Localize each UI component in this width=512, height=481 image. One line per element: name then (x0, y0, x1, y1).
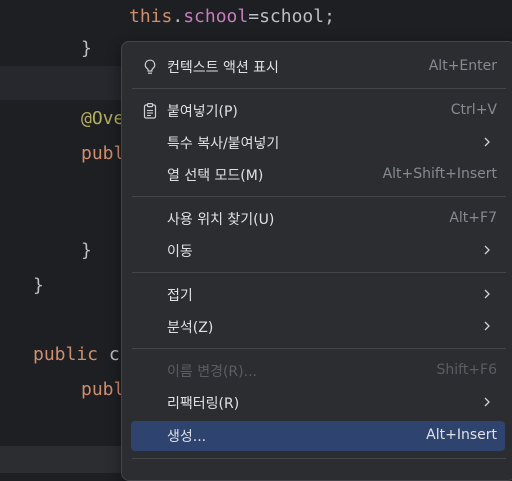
keyword-public: publ (81, 379, 125, 400)
menu-item-go-to[interactable]: 이동 (131, 236, 505, 266)
menu-item-shortcut: Alt+Insert (426, 427, 497, 443)
code-line[interactable]: } (81, 240, 92, 262)
lightbulb-icon (144, 59, 156, 74)
annotation-text: @Ove (81, 108, 125, 129)
menu-item-shortcut: Alt+F7 (449, 210, 497, 226)
menu-item-label: 이름 변경(R)... (167, 364, 257, 380)
chevron-right-icon (484, 137, 490, 147)
menu-item-find-usages[interactable]: 사용 위치 찾기(U) Alt+F7 (131, 204, 505, 234)
code-line[interactable]: @Ove (81, 108, 124, 130)
code-line[interactable]: publ (81, 143, 124, 165)
menu-item-analyze[interactable]: 분석(Z) (131, 312, 505, 342)
menu-item-label: 분석(Z) (167, 320, 214, 336)
menu-separator (132, 458, 506, 459)
chevron-right-icon (484, 397, 490, 407)
menu-separator (132, 272, 506, 273)
code-line[interactable]: public c (33, 344, 120, 366)
context-menu: 컨텍스트 액션 표시 Alt+Enter 붙여넣기(P) Ctrl+V 특수 복… (121, 41, 512, 481)
menu-item-special-copy-paste[interactable]: 특수 복사/붙여넣기 (131, 128, 505, 158)
menu-item-paste[interactable]: 붙여넣기(P) Ctrl+V (131, 96, 505, 126)
code-dot: . (172, 6, 184, 27)
code-brace: } (81, 38, 92, 59)
menu-separator (132, 196, 506, 197)
code-brace: } (81, 240, 92, 261)
keyword-public: publ (81, 143, 125, 164)
clipboard-icon (143, 103, 157, 119)
menu-item-label: 생성... (167, 429, 207, 445)
keyword-this: this (129, 6, 173, 27)
menu-item-rename[interactable]: 이름 변경(R)... Shift+F6 (131, 356, 505, 386)
code-line[interactable]: } (81, 38, 92, 60)
menu-separator (132, 88, 506, 89)
chevron-right-icon (484, 321, 490, 331)
code-line[interactable]: publ (81, 379, 124, 401)
menu-item-label: 컨텍스트 액션 표시 (167, 60, 279, 76)
menu-item-show-context-actions[interactable]: 컨텍스트 액션 표시 Alt+Enter (131, 52, 505, 82)
menu-item-generate[interactable]: 생성... Alt+Insert (131, 421, 505, 451)
menu-item-label: 이동 (167, 244, 193, 260)
keyword-public: public (33, 344, 99, 365)
field-name: school (183, 6, 249, 27)
menu-item-label: 리팩터링(R) (167, 396, 240, 412)
menu-item-column-selection-mode[interactable]: 열 선택 모드(M) Alt+Shift+Insert (131, 160, 505, 190)
menu-separator (132, 348, 506, 349)
code-line[interactable]: this.school=school; (129, 6, 335, 28)
menu-item-shortcut: Alt+Shift+Insert (382, 166, 497, 182)
menu-item-label: 붙여넣기(P) (167, 104, 238, 120)
code-line[interactable]: } (33, 275, 44, 297)
menu-item-label: 접기 (167, 288, 193, 304)
code-text: =school; (248, 6, 335, 27)
chevron-right-icon (484, 289, 490, 299)
menu-item-label: 열 선택 모드(M) (167, 168, 264, 184)
menu-item-refactor[interactable]: 리팩터링(R) (131, 388, 505, 418)
menu-item-shortcut: Ctrl+V (450, 102, 497, 118)
menu-item-shortcut: Alt+Enter (428, 58, 497, 74)
chevron-right-icon (484, 245, 490, 255)
menu-item-label: 특수 복사/붙여넣기 (167, 136, 280, 152)
code-brace: } (33, 275, 44, 296)
menu-item-label: 사용 위치 찾기(U) (167, 212, 275, 228)
code-text: c (98, 344, 120, 365)
menu-item-shortcut: Shift+F6 (436, 362, 497, 378)
menu-item-folding[interactable]: 접기 (131, 280, 505, 310)
